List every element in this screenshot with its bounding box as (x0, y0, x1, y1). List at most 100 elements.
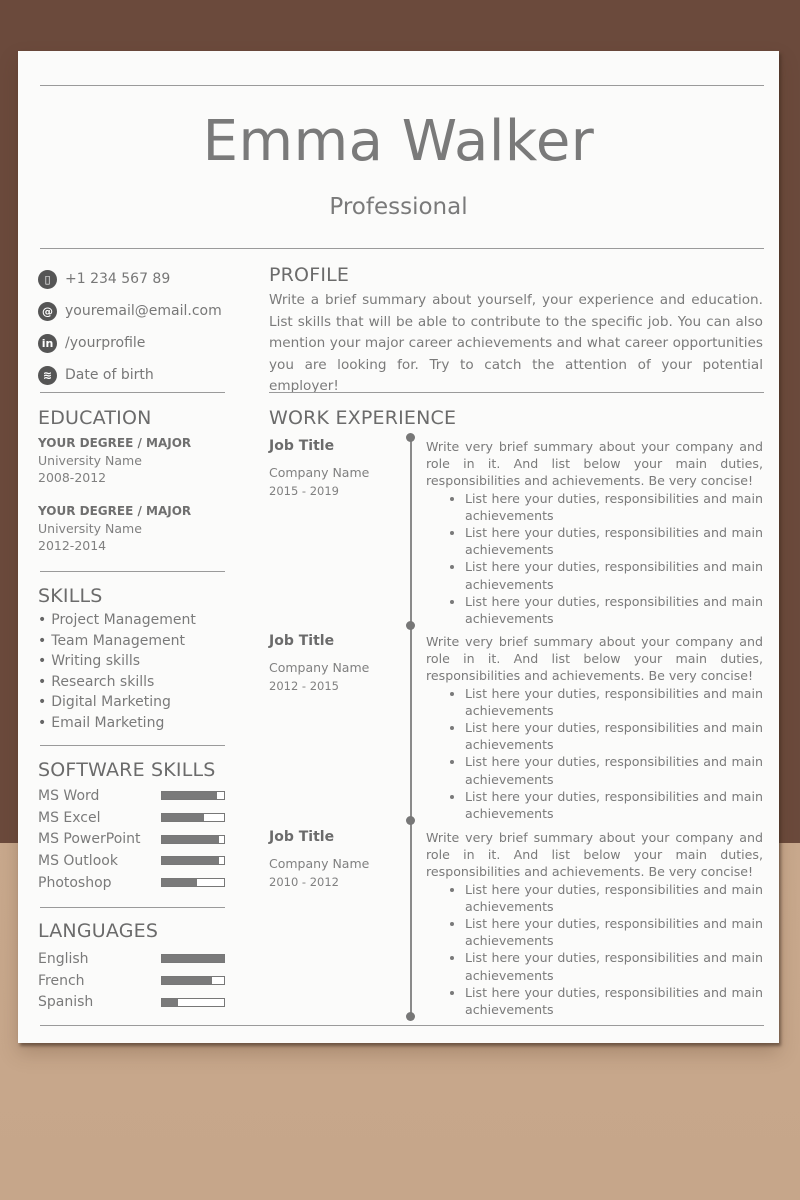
education-heading: EDUCATION (38, 407, 152, 429)
job-title: Job Title (269, 633, 335, 649)
job-duties-list: List here your duties, responsibilities … (426, 490, 763, 628)
job-summary: Write very brief summary about your comp… (426, 634, 763, 684)
skill-bar-label: French (38, 972, 85, 989)
job-summary: Write very brief summary about your comp… (426, 439, 763, 489)
bottom-divider (40, 1025, 764, 1026)
skill-level-bar (161, 813, 225, 823)
contact-email: @ youremail@email.com (38, 295, 238, 327)
contact-linkedin: in /yourprofile (38, 327, 238, 359)
skill-level-bar (161, 954, 225, 964)
skill-bar-label: MS Word (38, 787, 100, 804)
job-company: Company Name (269, 465, 370, 480)
job-company: Company Name (269, 660, 370, 675)
skill-level-fill (162, 998, 178, 1006)
education-school: University Name (38, 453, 142, 468)
email-icon: @ (38, 301, 57, 321)
header-divider (40, 248, 764, 249)
profile-divider (269, 392, 764, 393)
top-divider (40, 85, 764, 86)
job-duty-item: List here your duties, responsibilities … (465, 881, 763, 915)
skill-bar-row: MS PowerPoint (38, 828, 225, 850)
job-dates: 2015 - 2019 (269, 484, 339, 498)
skill-level-fill (162, 814, 205, 822)
job-duty-item: List here your duties, responsibilities … (465, 558, 763, 592)
profile-section: PROFILE Write a brief summary about your… (269, 264, 763, 398)
skills-heading: SKILLS (38, 585, 103, 607)
education-school: University Name (38, 521, 142, 536)
skill-bar-label: MS PowerPoint (38, 831, 141, 848)
skill-item: Project Management (38, 610, 225, 631)
job-details: Write very brief summary about your comp… (426, 633, 763, 822)
skill-level-bar (161, 997, 225, 1007)
job-dates: 2010 - 2012 (269, 875, 339, 889)
skill-bar-row: MS Excel (38, 807, 225, 829)
job-title: Job Title (269, 438, 335, 454)
job-dates: 2012 - 2015 (269, 679, 339, 693)
skill-level-fill (162, 792, 217, 800)
profile-heading: PROFILE (269, 264, 350, 286)
skill-item: Research skills (38, 672, 225, 693)
skill-bar-label: English (38, 950, 89, 967)
skill-bar-row: MS Word (38, 785, 225, 807)
education-degree: YOUR DEGREE / MAJOR (38, 504, 192, 518)
skill-bar-label: MS Excel (38, 809, 101, 826)
contact-phone: ▯ +1 234 567 89 (38, 263, 238, 295)
skill-bar-row: English (38, 948, 225, 970)
job-company: Company Name (269, 856, 370, 871)
skills-divider (40, 745, 225, 746)
job-duty-item: List here your duties, responsibilities … (465, 788, 763, 822)
skill-bar-label: Photoshop (38, 874, 112, 891)
contact-list: ▯ +1 234 567 89 @ youremail@email.com in… (38, 263, 238, 391)
timeline-dot (406, 816, 415, 825)
resume-page: Emma Walker Professional ▯ +1 234 567 89… (18, 51, 779, 1043)
job-meta: Job Title Company Name 2012 - 2015 (269, 633, 399, 693)
timeline-dot (406, 433, 415, 442)
skills-section: SKILLS Project Management Team Managemen… (38, 585, 225, 733)
skill-level-fill (162, 857, 220, 865)
contact-divider (40, 392, 225, 393)
birthdate-text: Date of birth (65, 367, 154, 383)
skill-bar-row: French (38, 970, 225, 992)
education-section: EDUCATION YOUR DEGREE / MAJOR University… (38, 407, 225, 554)
job-title: Job Title (269, 829, 335, 845)
phone-text: +1 234 567 89 (65, 271, 171, 287)
skill-bar-label: Spanish (38, 994, 94, 1011)
timeline-dot (406, 1012, 415, 1021)
skill-bar-row: Photoshop (38, 872, 225, 894)
timeline-dot (406, 621, 415, 630)
skill-level-fill (162, 879, 198, 887)
job-duties-list: List here your duties, responsibilities … (426, 685, 763, 823)
skill-level-bar (161, 976, 225, 986)
skill-level-fill (162, 955, 224, 963)
job-duty-item: List here your duties, responsibilities … (465, 490, 763, 524)
linkedin-icon: in (38, 333, 57, 353)
contact-birthdate: ≋ Date of birth (38, 359, 238, 391)
job-meta: Job Title Company Name 2015 - 2019 (269, 438, 399, 498)
job-duty-item: List here your duties, responsibilities … (465, 719, 763, 753)
education-divider (40, 571, 225, 572)
work-section: WORK EXPERIENCE (269, 407, 456, 429)
skill-level-bar (161, 856, 225, 866)
skill-item: Team Management (38, 631, 225, 652)
job-duty-item: List here your duties, responsibilities … (465, 984, 763, 1018)
skill-level-bar (161, 834, 225, 844)
languages-section: LANGUAGES English French Spanish (38, 920, 225, 1013)
candidate-name: Emma Walker (202, 109, 595, 174)
timeline-line (410, 437, 412, 1017)
email-text: youremail@email.com (65, 303, 222, 319)
skill-level-bar (161, 878, 225, 888)
job-duty-item: List here your duties, responsibilities … (465, 685, 763, 719)
job-duty-item: List here your duties, responsibilities … (465, 949, 763, 983)
job-duties-list: List here your duties, responsibilities … (426, 881, 763, 1019)
job-summary: Write very brief summary about your comp… (426, 830, 763, 880)
phone-icon: ▯ (38, 269, 57, 289)
education-degree: YOUR DEGREE / MAJOR (38, 436, 192, 450)
skill-item: Digital Marketing (38, 692, 225, 713)
profile-text: Write a brief summary about yourself, yo… (269, 292, 763, 394)
skill-item: Email Marketing (38, 713, 225, 734)
education-years: 2008-2012 (38, 470, 107, 485)
skill-level-fill (162, 835, 220, 843)
candidate-title: Professional (329, 194, 468, 220)
education-years: 2012-2014 (38, 538, 107, 553)
skill-bar-row: MS Outlook (38, 850, 225, 872)
